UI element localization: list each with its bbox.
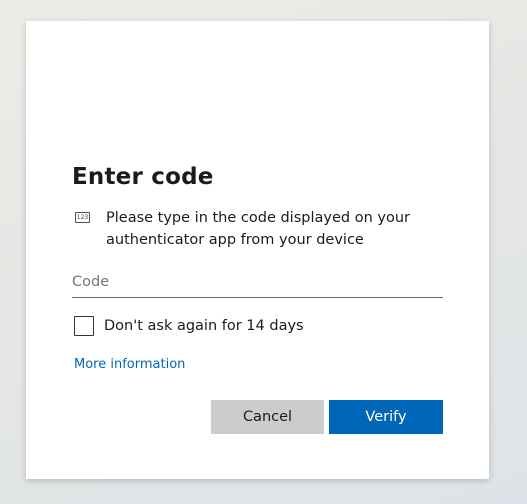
keypad-icon-text: 123 [76, 214, 89, 221]
remember-device-label[interactable]: Don't ask again for 14 days [104, 316, 304, 337]
more-information-link[interactable]: More information [74, 356, 185, 374]
code-input[interactable] [72, 266, 443, 298]
numeric-keypad-icon: 123 [75, 212, 90, 223]
page-title: Enter code [72, 164, 214, 190]
remember-device-checkbox[interactable] [74, 316, 94, 336]
sign-in-card: Enter code 123 Please type in the code d… [26, 21, 489, 479]
cancel-button[interactable]: Cancel [211, 400, 324, 434]
verify-button[interactable]: Verify [329, 400, 443, 434]
instruction-text: Please type in the code displayed on you… [106, 210, 410, 248]
